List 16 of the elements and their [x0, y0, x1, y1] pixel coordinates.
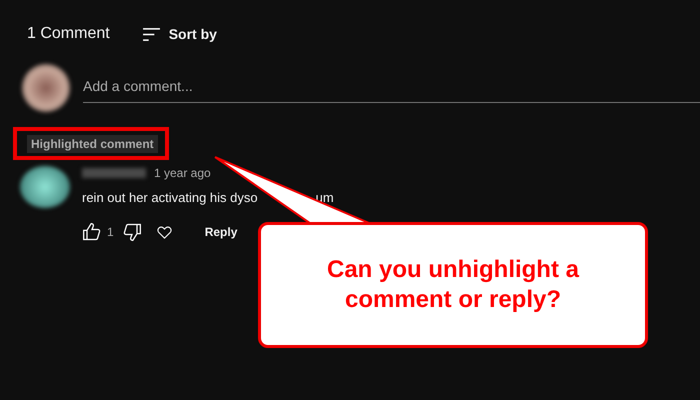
highlighted-comment-label: Highlighted comment: [27, 134, 158, 152]
heart-icon[interactable]: [156, 224, 173, 240]
avatar: [22, 64, 70, 112]
thumbs-down-icon[interactable]: [122, 222, 142, 242]
comment-time: 1 year ago: [154, 166, 211, 180]
sort-icon[interactable]: [142, 26, 161, 42]
reply-button[interactable]: Reply: [198, 221, 244, 243]
sort-button[interactable]: Sort by: [142, 26, 217, 42]
avatar: [20, 166, 70, 208]
username-placeholder: [82, 168, 146, 178]
comment-text: rein out her activating his dyso: [82, 190, 258, 205]
comment-count: 1 Comment: [27, 25, 110, 43]
comment-input-field[interactable]: Add a comment...: [83, 74, 700, 102]
thumbs-up-icon[interactable]: [82, 222, 102, 242]
like-count: 1: [107, 225, 114, 239]
callout-text: Can you unhighlight a comment or reply?: [326, 255, 580, 315]
